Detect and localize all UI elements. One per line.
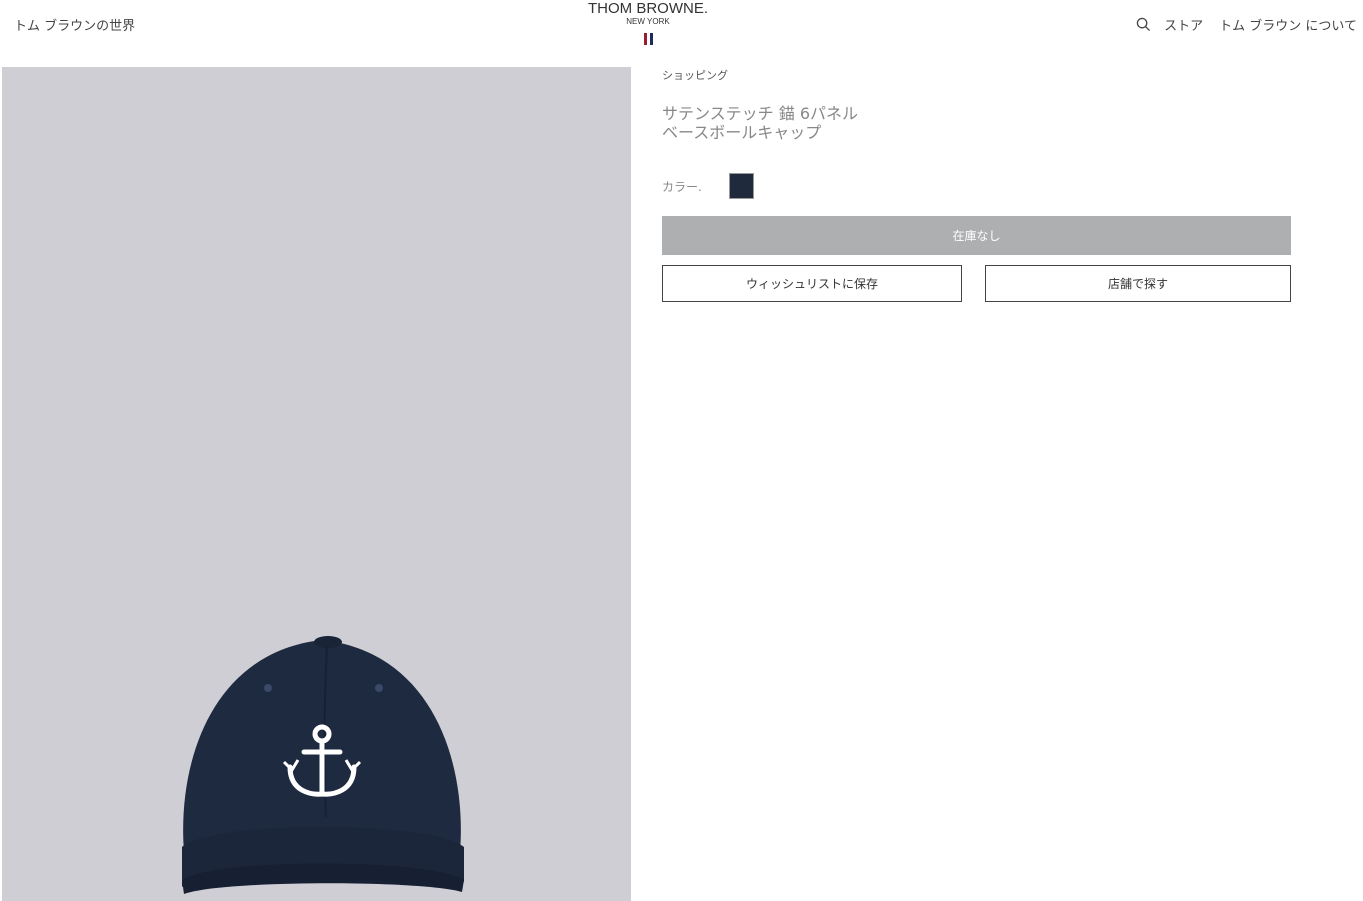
search-icon[interactable] (1136, 17, 1151, 32)
about-link[interactable]: トム ブラウン について (1219, 15, 1357, 34)
find-in-store-button[interactable]: 店舗で探す (985, 265, 1291, 302)
world-of-thom-browne-link[interactable]: トム ブラウンの世界 (14, 15, 135, 34)
out-of-stock-button[interactable]: 在庫なし (662, 216, 1291, 255)
baseball-cap-image (182, 636, 464, 894)
product-title: サテンステッチ 錨 6パネル ベースボールキャップ (662, 104, 859, 142)
breadcrumb-shopping[interactable]: ショッピング (662, 67, 728, 83)
tricolor-flag-icon (548, 33, 748, 45)
color-selector: カラー. (662, 173, 1291, 199)
product-image[interactable] (2, 67, 631, 901)
save-to-wishlist-button[interactable]: ウィッシュリストに保存 (662, 265, 962, 302)
brand-logo[interactable]: THOM BROWNE. NEW YORK (548, 0, 748, 45)
action-buttons: ウィッシュリストに保存 店舗で探す (662, 265, 1291, 302)
site-header: トム ブラウンの世界 THOM BROWNE. NEW YORK ストア トム … (0, 0, 1363, 64)
logo-main-text: THOM BROWNE. (588, 0, 708, 17)
product-info: ショッピング サテンステッチ 錨 6パネル ベースボールキャップ カラー. 在庫… (662, 64, 1291, 302)
store-link[interactable]: ストア (1164, 15, 1203, 34)
color-label: カラー. (662, 179, 702, 194)
logo-sub-text: NEW YORK (626, 17, 670, 26)
color-swatch-navy[interactable] (729, 173, 754, 199)
header-nav-right: ストア トム ブラウン について (1136, 15, 1357, 34)
